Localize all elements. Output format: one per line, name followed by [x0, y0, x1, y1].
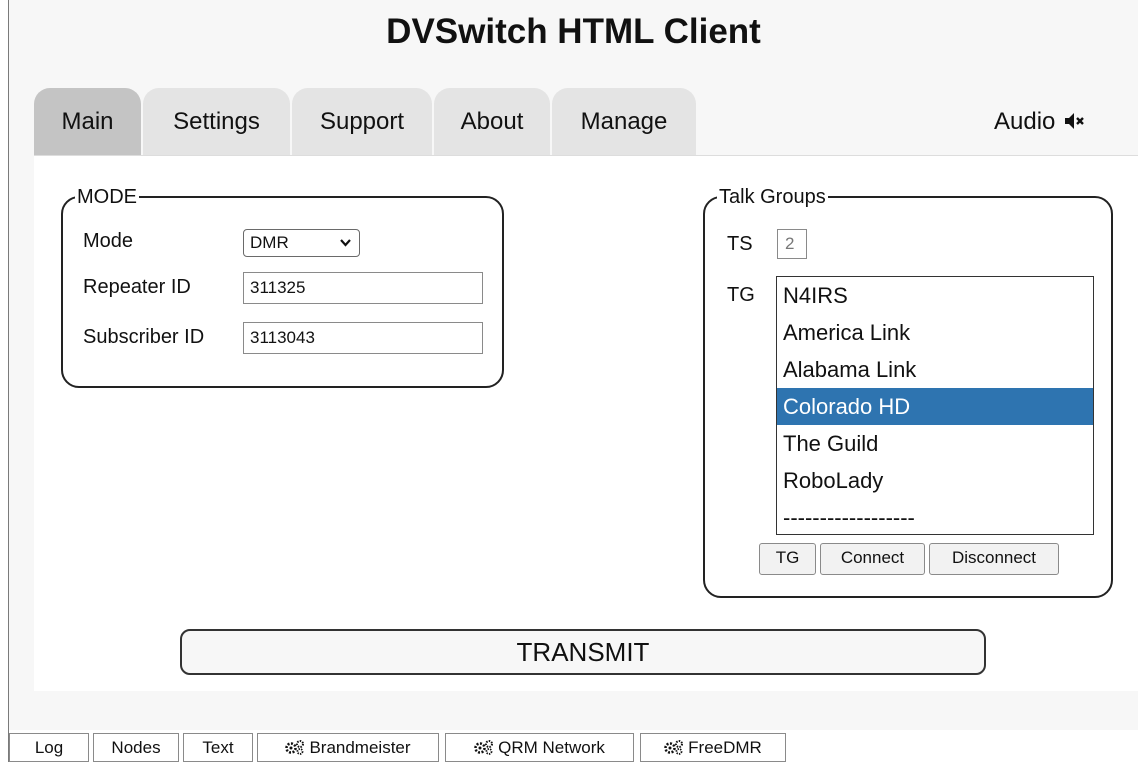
talkgroup-listbox[interactable]: N4IRS America Link Alabama Link Colorado…: [776, 276, 1094, 535]
repeater-id-input[interactable]: 311325: [243, 272, 483, 304]
talkgroup-option[interactable]: RoboLady: [777, 462, 1093, 499]
tab-settings[interactable]: Settings: [143, 88, 290, 156]
bottom-tab-nodes[interactable]: Nodes: [93, 733, 179, 762]
gears-icon: [664, 740, 684, 755]
talkgroup-option[interactable]: The Guild: [777, 425, 1093, 462]
page-title: DVSwitch HTML Client: [386, 12, 761, 51]
tab-main[interactable]: Main: [34, 88, 141, 156]
tg-button[interactable]: TG: [759, 543, 816, 575]
bottom-tab-brandmeister[interactable]: Brandmeister: [257, 733, 439, 762]
talkgroup-option-separator: ------------------: [783, 505, 915, 530]
talkgroup-option[interactable]: Alabama Link: [777, 351, 1093, 388]
ts-label: TS: [727, 233, 753, 255]
audio-label: Audio: [994, 108, 1056, 135]
talkgroup-option[interactable]: America Link: [777, 314, 1093, 351]
tg-label: TG: [727, 284, 755, 306]
repeater-id-label: Repeater ID: [83, 276, 191, 298]
tab-manage[interactable]: Manage: [552, 88, 696, 156]
bottom-tab-qrm-network-label: QRM Network: [498, 738, 605, 757]
bottom-tab-freedmr[interactable]: FreeDMR: [640, 733, 786, 762]
speaker-muted-icon: [1065, 113, 1084, 129]
gears-icon: [474, 740, 494, 755]
mode-legend: MODE: [77, 186, 137, 208]
app-container: DVSwitch HTML Client Main Settings Suppo…: [9, 0, 1138, 730]
mode-select[interactable]: DMR: [243, 229, 360, 257]
bottom-tab-qrm-network[interactable]: QRM Network: [445, 733, 634, 762]
tab-support[interactable]: Support: [292, 88, 432, 156]
subscriber-id-label: Subscriber ID: [83, 326, 205, 348]
audio-toggle[interactable]: Audio: [994, 108, 1086, 136]
bottom-tab-brandmeister-label: Brandmeister: [309, 738, 411, 757]
mode-select-value: DMR: [250, 233, 289, 252]
ts-input[interactable]: 2: [777, 229, 807, 259]
bottom-tab-text[interactable]: Text: [183, 733, 253, 762]
gears-icon: [285, 740, 305, 755]
talkgroup-option-selected[interactable]: Colorado HD: [777, 388, 1093, 425]
talk-groups-legend: Talk Groups: [719, 186, 826, 208]
mode-label: Mode: [83, 230, 134, 252]
transmit-button[interactable]: TRANSMIT: [180, 629, 986, 675]
tab-about[interactable]: About: [434, 88, 550, 156]
subscriber-id-input[interactable]: 3113043: [243, 322, 483, 354]
disconnect-button[interactable]: Disconnect: [929, 543, 1059, 575]
connect-button[interactable]: Connect: [820, 543, 925, 575]
bottom-tab-freedmr-label: FreeDMR: [688, 738, 762, 757]
talkgroup-option[interactable]: N4IRS: [777, 277, 1093, 314]
chevron-down-icon: [339, 232, 352, 261]
bottom-tab-log[interactable]: Log: [9, 733, 89, 762]
